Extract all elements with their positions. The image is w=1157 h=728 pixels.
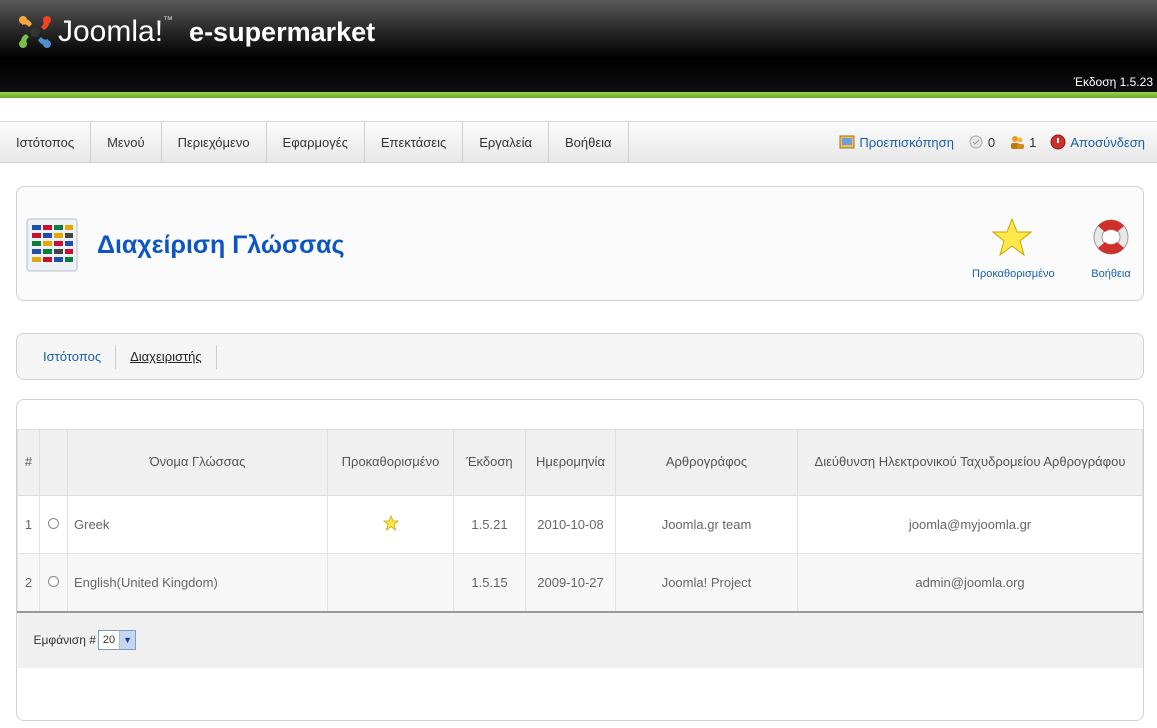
logout-icon [1050,134,1066,150]
messages-indicator[interactable]: 0 [968,134,995,150]
default-button-label: Προκαθορισμένο [972,268,1055,280]
header-version[interactable]: Έκδοση [453,429,526,496]
row-radio[interactable] [39,553,68,612]
status-area: Προεπισκόπηση 0 1 Αποσύνδεση [839,122,1145,162]
limit-value: 20 [102,634,116,646]
default-star-icon [382,514,399,532]
preview-label: Προεπισκόπηση [859,134,954,150]
table-row: 1 Greek 1.5.21 2010-10-08 Joomla.gr team… [17,495,1143,554]
menu-item-extensions[interactable]: Επεκτάσεις [365,122,464,162]
joomla-logo-icon [19,16,51,48]
trademark-mark: ™ [163,14,174,26]
submenu-bar: Ιστότοπος Διαχειριστής [16,333,1144,380]
logout-label: Αποσύνδεση [1070,134,1145,150]
page-title: Διαχείριση Γλώσσας [97,231,345,259]
header-date[interactable]: Ημερομηνία [525,429,616,496]
language-manager-icon [26,218,78,272]
messages-icon [969,135,983,149]
menu-item-tools[interactable]: Εργαλεία [463,122,549,162]
row-email: admin@joomla.org [797,553,1143,612]
row-default-cell [327,495,454,554]
preview-icon [839,135,855,149]
header-default[interactable]: Προκαθορισμένο [327,429,454,496]
default-button[interactable]: Προκαθορισμένο [972,217,1055,280]
table-row: 2 English(United Kingdom) 1.5.15 2009-10… [17,553,1143,612]
help-button[interactable]: Βοήθεια [1081,217,1141,280]
header-email[interactable]: Διεύθυνση Ηλεκτρονικού Ταχυδρομείου Αρθρ… [797,429,1143,496]
languages-table: # Όνομα Γλώσσας Προκαθορισμένο Έκδοση Ημ… [17,429,1143,668]
row-email: joomla@myjoomla.gr [797,495,1143,554]
row-date: 2010-10-08 [525,495,616,554]
users-indicator[interactable]: 1 [1009,134,1036,150]
header-num: # [17,429,40,496]
submenu-item-administrator[interactable]: Διαχειριστής [116,344,217,369]
menu-item-components[interactable]: Εφαρμογές [267,122,365,162]
lifebuoy-icon [1093,219,1129,255]
toolbar-box: Διαχείριση Γλώσσας Προκαθορισμένο Βοήθει… [16,186,1144,301]
row-num: 2 [17,553,40,612]
menu-item-content[interactable]: Περιεχόμενο [162,122,267,162]
messages-count: 0 [987,134,996,150]
help-button-label: Βοήθεια [1091,268,1131,280]
limit-select[interactable]: 20 ▼ [97,630,137,650]
submenu-item-site[interactable]: Ιστότοπος [29,344,117,369]
radio-button[interactable] [48,518,59,529]
chevron-down-icon[interactable]: ▼ [119,631,136,649]
table-header-row: # Όνομα Γλώσσας Προκαθορισμένο Έκδοση Ημ… [17,429,1143,496]
header-accent-bar [0,92,1157,98]
row-version: 1.5.21 [453,495,526,554]
table-footer-row: Εμφάνιση # 20 ▼ [17,610,1143,668]
row-date: 2009-10-27 [525,553,616,612]
users-count: 1 [1029,134,1037,150]
display-label: Εμφάνιση # [33,633,96,647]
logo-text: Joomla! [58,15,164,48]
logout-link[interactable]: Αποσύνδεση [1050,134,1145,150]
users-icon [1011,136,1025,149]
row-author: Joomla! Project [615,553,798,612]
joomla-logo[interactable]: Joomla! ™ e-supermarket [16,14,375,50]
star-icon [991,217,1033,257]
main-menu-bar: Ιστότοπος Μενού Περιεχόμενο Εφαρμογές Επ… [0,121,1157,163]
header-author[interactable]: Αρθρογράφος [615,429,798,496]
site-name: e-supermarket [189,16,376,47]
row-num: 1 [17,495,40,554]
menu-item-site[interactable]: Ιστότοπος [0,122,92,162]
preview-link[interactable]: Προεπισκόπηση [839,134,954,150]
header-select [39,429,68,496]
content-box: # Όνομα Γλώσσας Προκαθορισμένο Έκδοση Ημ… [16,399,1144,721]
row-language-name: Greek [67,495,328,554]
row-default-cell [327,553,454,612]
row-radio[interactable] [39,495,68,554]
row-language-name: English(United Kingdom) [67,553,328,612]
radio-button[interactable] [48,575,59,587]
list-limit: Εμφάνιση # 20 ▼ [34,630,137,650]
version-label: Έκδοση 1.5.23 [1073,75,1153,89]
table-footer: Εμφάνιση # 20 ▼ [17,610,1143,668]
row-author: Joomla.gr team [615,495,798,554]
row-version: 1.5.15 [453,553,526,612]
header-bar: Joomla! ™ e-supermarket Έκδοση 1.5.23 [0,0,1157,98]
header-name[interactable]: Όνομα Γλώσσας [67,429,328,496]
menu-item-help[interactable]: Βοήθεια [549,122,629,162]
menu-item-menus[interactable]: Μενού [91,122,162,162]
